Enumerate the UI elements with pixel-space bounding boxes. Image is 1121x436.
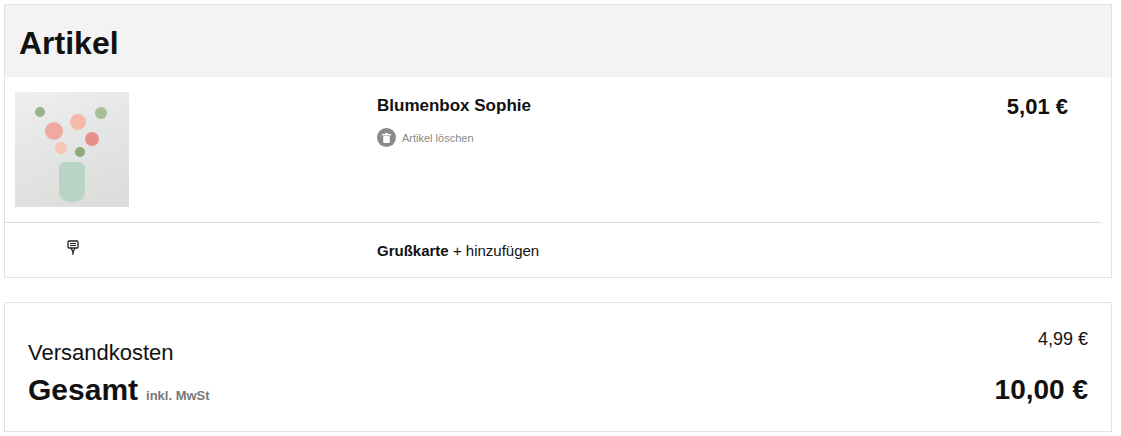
- total-row: Gesamt inkl. MwSt 10,00 €: [28, 373, 1088, 407]
- vase-shape: [59, 162, 85, 202]
- item-info: Blumenbox Sophie Artikel löschen: [377, 92, 1007, 207]
- items-header: Artikel: [5, 5, 1111, 77]
- product-image[interactable]: [15, 92, 129, 207]
- flower-shape: [35, 107, 45, 117]
- item-price: 5,01 €: [1007, 92, 1068, 207]
- total-label-group: Gesamt inkl. MwSt: [28, 373, 210, 407]
- delete-label[interactable]: Artikel löschen: [402, 132, 474, 144]
- card-pin-icon: [67, 240, 79, 260]
- shipping-label: Versandkosten: [28, 329, 174, 367]
- shipping-row: Versandkosten 4,99 €: [28, 329, 1088, 367]
- greeting-icon-cell: [15, 240, 130, 260]
- flower-shape: [70, 114, 86, 130]
- shipping-value: 4,99 €: [1038, 329, 1088, 350]
- summary-card: Versandkosten 4,99 € Gesamt inkl. MwSt 10,00…: [4, 302, 1112, 432]
- total-value: 10,00 €: [995, 374, 1088, 406]
- flower-shape: [75, 147, 85, 157]
- flower-shape: [45, 122, 63, 140]
- item-row: Blumenbox Sophie Artikel löschen 5,01 €: [5, 77, 1101, 223]
- delete-item-button[interactable]: Artikel löschen: [377, 128, 1007, 147]
- item-name[interactable]: Blumenbox Sophie: [377, 96, 1007, 116]
- tax-note: inkl. MwSt: [146, 388, 210, 403]
- flower-shape: [55, 142, 67, 154]
- greeting-card-row[interactable]: Grußkarte + hinzufügen: [5, 223, 1111, 277]
- add-greeting-card-link[interactable]: + hinzufügen: [453, 242, 539, 259]
- flower-shape: [85, 132, 99, 146]
- greeting-card-label[interactable]: Grußkarte: [377, 242, 449, 259]
- section-title: Artikel: [19, 23, 1097, 63]
- total-label: Gesamt: [28, 373, 138, 407]
- flower-shape: [95, 107, 107, 119]
- trash-icon[interactable]: [377, 128, 396, 147]
- greeting-card-text[interactable]: Grußkarte + hinzufügen: [377, 242, 1101, 259]
- items-card: Artikel Blumenbox Sophie Artikel löschen 5,…: [4, 4, 1112, 278]
